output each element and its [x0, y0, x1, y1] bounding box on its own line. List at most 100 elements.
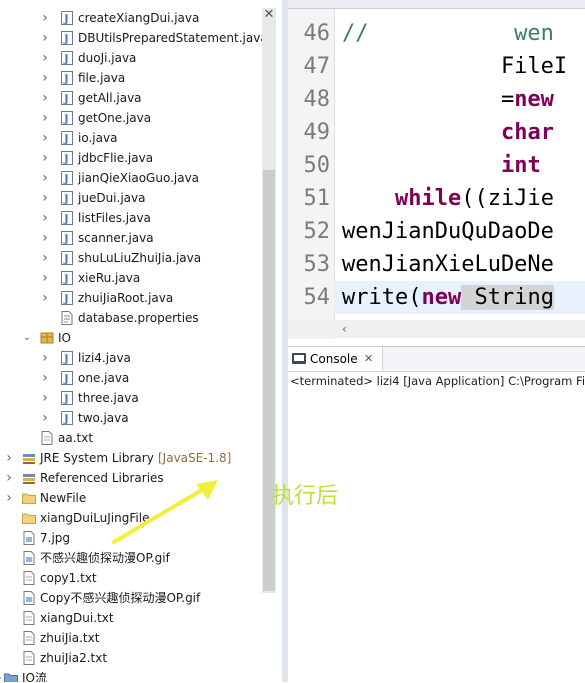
svg-text:J: J [63, 14, 69, 25]
svg-text:J: J [63, 294, 69, 305]
java-file-icon: J [60, 291, 74, 305]
code-keyword: char [500, 120, 554, 145]
java-file-icon: J [60, 231, 74, 245]
chevron-right-icon[interactable]: › [40, 368, 50, 388]
java-file-icon: J [60, 351, 74, 365]
java-file-icon: J [60, 191, 74, 205]
folder-icon [22, 491, 36, 505]
chevron-right-icon[interactable]: › [40, 288, 50, 308]
svg-text:J: J [63, 274, 69, 285]
code-text: wenJianXieLuDeNe [342, 252, 554, 277]
close-console-icon[interactable]: ✕ [364, 347, 373, 371]
chevron-right-icon[interactable]: › [40, 208, 50, 228]
line-number: 49 [303, 120, 331, 145]
jre-version-label: [JavaSE-1.8] [158, 451, 232, 465]
chevron-right-icon[interactable]: › [40, 188, 50, 208]
tree-item-label: 7.jpg [40, 531, 71, 545]
java-file-icon: J [60, 271, 74, 285]
tab-console[interactable]: Console ✕ [288, 347, 383, 371]
close-icon[interactable]: ✕ [262, 8, 276, 22]
svg-text:J: J [63, 134, 69, 145]
chevron-right-icon[interactable]: › [4, 448, 14, 468]
chevron-right-icon[interactable]: › [40, 8, 50, 28]
tree-item-label: scanner.java [78, 231, 154, 245]
svg-text:J: J [63, 374, 69, 385]
chevron-right-icon[interactable]: › [40, 128, 50, 148]
java-file-icon: J [60, 151, 74, 165]
svg-text:J: J [63, 114, 69, 125]
line-number: 51 [303, 186, 331, 211]
tree-item-label: 不感兴趣侦探动漫OP.gif [40, 551, 170, 565]
image-file-icon [22, 551, 36, 565]
tree-item-label: getAll.java [78, 91, 142, 105]
chevron-right-icon[interactable]: › [40, 48, 50, 68]
chevron-right-icon[interactable]: › [40, 228, 50, 248]
chevron-right-icon[interactable]: › [40, 408, 50, 428]
svg-text:J: J [63, 214, 69, 225]
chevron-right-icon[interactable]: › [40, 168, 50, 188]
text-file-icon [22, 631, 36, 645]
code-keyword: new [514, 87, 554, 112]
package-explorer: › JcreateXiangDui.java › J DBUtilsPreparedSt… [0, 0, 282, 682]
chevron-right-icon[interactable]: › [40, 268, 50, 288]
tree-item-label: file.java [78, 71, 126, 85]
code-text: FileI [342, 54, 568, 79]
svg-text:J: J [63, 414, 69, 425]
text-file-icon [40, 431, 54, 445]
tree-item-label: duoJi.java [78, 51, 137, 65]
tree-item-label: DBUtilsPreparedStatement.java [78, 31, 268, 45]
tree-item-label: zhuiJia2.txt [40, 651, 108, 665]
console-view: Console ✕ <terminated> lizi4 [Java Appli… [288, 346, 585, 683]
chevron-right-icon[interactable]: › [40, 248, 50, 268]
code-line: int [342, 149, 541, 182]
package-icon [40, 331, 54, 345]
chevron-right-icon[interactable]: › [4, 488, 14, 508]
java-file-icon: J [60, 251, 74, 265]
console-icon [292, 353, 306, 364]
code-text: wenJianDuQuDaoDe [342, 219, 554, 244]
line-number: 46 [303, 21, 331, 46]
code-editor[interactable]: 46 47 48 49 50 51 52 53 54 // wen FileI =new cha… [288, 8, 585, 339]
chevron-right-icon[interactable]: › [4, 468, 14, 488]
tree-item-label: lizi4.java [78, 351, 131, 365]
project-icon [4, 671, 18, 682]
chevron-down-icon[interactable]: ⌄ [22, 328, 32, 348]
scroll-left-icon[interactable]: ‹ [342, 320, 347, 338]
tree-item-label: xieRu.java [78, 271, 141, 285]
code-line: write(new String [334, 281, 585, 314]
tree-item-label: three.java [78, 391, 139, 405]
editor-horizontal-scrollbar[interactable]: ‹ [288, 320, 585, 338]
chevron-right-icon[interactable]: › [40, 68, 50, 88]
chevron-right-icon[interactable]: › [40, 148, 50, 168]
java-file-icon: J [60, 31, 74, 45]
svg-text:J: J [63, 174, 69, 185]
java-file-icon: J [60, 411, 74, 425]
java-file-icon: J [60, 131, 74, 145]
code-keyword: while [394, 186, 462, 211]
chevron-right-icon[interactable]: › [40, 28, 50, 48]
tree-item-label: one.java [78, 371, 130, 385]
line-number: 50 [303, 153, 331, 178]
java-file-icon: J [60, 51, 74, 65]
code-line: =new [342, 83, 554, 116]
chevron-right-icon[interactable]: › [40, 88, 50, 108]
code-line: char [342, 116, 554, 149]
line-number: 53 [303, 252, 331, 277]
console-status: <terminated> lizi4 [Java Application] C:… [290, 374, 585, 388]
code-line: // wen [342, 17, 554, 50]
svg-text:J: J [63, 74, 69, 85]
tree-item-label: zhuiJia.txt [40, 631, 100, 645]
text-file-icon [22, 611, 36, 625]
explorer-scrollbar-thumb[interactable] [263, 170, 275, 591]
tree-item-label: zhuiJiaRoot.java [78, 291, 174, 305]
code-line: wenJianXieLuDeNe [342, 248, 554, 281]
chevron-right-icon[interactable]: › [40, 348, 50, 368]
annotation-arrow [112, 480, 218, 544]
line-number: 54 [303, 285, 331, 310]
chevron-right-icon[interactable]: › [40, 108, 50, 128]
code-line: while((ziJie [342, 182, 554, 215]
chevron-right-icon[interactable]: › [40, 388, 50, 408]
java-file-icon: J [60, 371, 74, 385]
